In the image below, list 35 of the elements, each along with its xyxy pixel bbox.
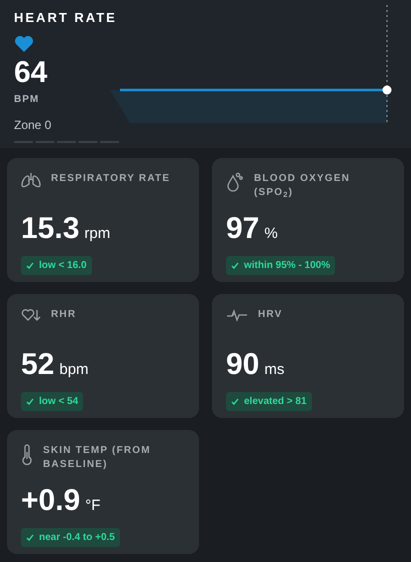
metric-title: RESPIRATORY RATE: [51, 172, 171, 186]
status-text: elevated > 81: [244, 395, 307, 409]
heart-rate-zone: Zone 0: [14, 116, 52, 134]
status-text: low < 16.0: [39, 259, 87, 273]
check-icon: [26, 534, 34, 541]
metric-value: 52: [21, 348, 54, 382]
metric-title: RHR: [51, 308, 78, 322]
heart-rate-title: HEART RATE: [14, 9, 117, 27]
metric-unit: °F: [85, 496, 100, 516]
status-text: near -0.4 to +0.5: [39, 531, 115, 545]
thermometer-icon: [21, 444, 33, 466]
metric-value: 90: [226, 348, 260, 382]
metric-title: HRV: [258, 308, 284, 322]
lungs-icon: [21, 172, 41, 188]
status-text: low < 54: [39, 395, 78, 409]
metric-unit: ms: [264, 360, 284, 380]
status-text: within 95% - 100%: [244, 259, 330, 273]
heart-icon: [14, 34, 34, 52]
droplet-icon: [226, 172, 244, 192]
metric-value: 97: [226, 212, 260, 246]
metric-title: BLOOD OXYGEN (SPO$_{2}$): [254, 172, 352, 200]
metric-title: SKIN TEMP (FROM BASELINE): [43, 444, 152, 472]
check-icon: [26, 398, 34, 405]
check-icon: [231, 398, 239, 405]
heart-down-arrow-icon: [21, 308, 41, 322]
metric-unit: rpm: [84, 224, 110, 244]
check-icon: [26, 262, 34, 269]
metric-value: +0.9: [21, 484, 80, 518]
metric-value: 15.3: [21, 212, 80, 246]
heart-rate-unit: BPM: [14, 92, 40, 106]
metric-unit: %: [264, 224, 278, 244]
heart-rate-value: 64: [14, 56, 48, 90]
heartbeat-icon: [226, 308, 248, 322]
check-icon: [231, 262, 239, 269]
metric-unit: bpm: [59, 360, 89, 380]
